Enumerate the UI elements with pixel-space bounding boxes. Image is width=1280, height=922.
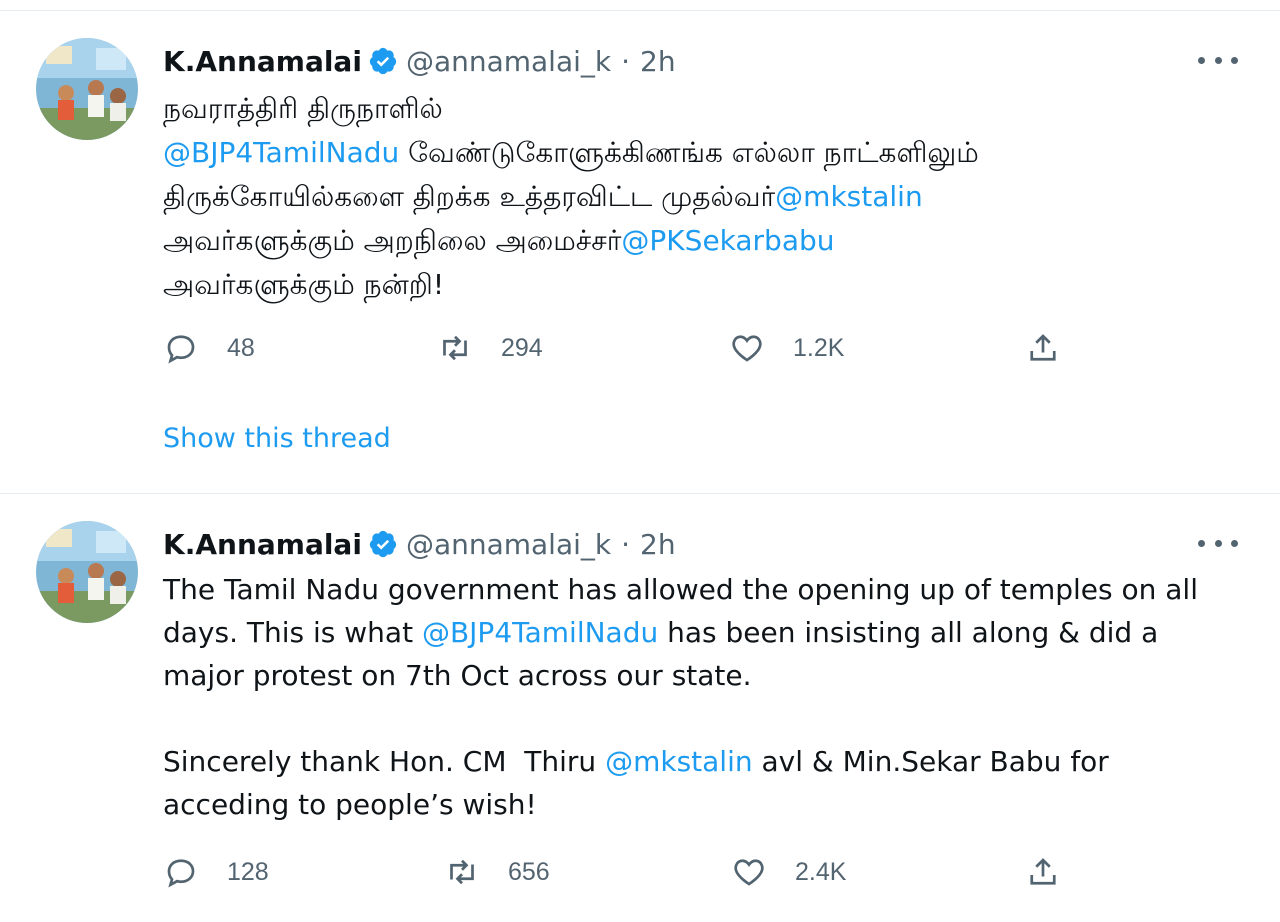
retweet-button[interactable]: 656 xyxy=(444,852,550,892)
separator-dot: · xyxy=(621,527,631,561)
avatar[interactable] xyxy=(36,521,138,623)
mention-link[interactable]: @PKSekarbabu xyxy=(621,224,834,257)
mention-link[interactable]: @mkstalin xyxy=(775,180,923,213)
author-handle[interactable]: @annamalai_k xyxy=(406,528,611,561)
tweet-header: K.Annamalai @annamalai_k · 2h xyxy=(163,41,676,81)
tweet-text: நவராத்திரி திருநாளில் @BJP4TamilNadu வேண்… xyxy=(163,87,1233,307)
tweet-text: The Tamil Nadu government has allowed th… xyxy=(163,568,1233,826)
tweet-text-segment: திருக்கோயில்களை திறக்க உத்தரவிட்ட முதல்வ… xyxy=(163,180,776,213)
like-count: 1.2K xyxy=(793,333,845,362)
reply-icon xyxy=(167,335,195,364)
tweet-text-line: Sincerely thank Hon. CM Thiru @mkstalin … xyxy=(163,740,1233,783)
tweet-text-segment: major protest on 7th Oct across our stat… xyxy=(163,659,752,692)
tweet-text-segment: நவராத்திரி திருநாளில் xyxy=(163,92,443,125)
mention-link[interactable]: @mkstalin xyxy=(605,745,753,778)
timestamp[interactable]: 2h xyxy=(640,528,676,561)
share-button[interactable] xyxy=(1025,328,1061,368)
author-handle[interactable]: @annamalai_k xyxy=(406,45,611,78)
tweet-text-line: days. This is what @BJP4TamilNadu has be… xyxy=(163,611,1233,654)
tweet-text-line: நவராத்திரி திருநாளில் xyxy=(163,87,1233,131)
tweet-text-line: அவர்களுக்கும் நன்றி! xyxy=(163,263,1233,307)
tweet-text-segment: acceding to people’s wish! xyxy=(163,788,537,821)
like-button[interactable]: 1.2K xyxy=(729,328,844,368)
tweet-actions: 128 656 2.4K xyxy=(163,852,1083,892)
reply-count: 48 xyxy=(227,333,255,362)
reply-button[interactable]: 128 xyxy=(163,852,269,892)
share-icon xyxy=(1030,858,1056,885)
mention-link[interactable]: @BJP4TamilNadu xyxy=(422,616,658,649)
tweet-text-segment: has been insisting all along & did a xyxy=(658,616,1159,649)
tweet-actions: 48 294 1.2K xyxy=(163,328,1083,368)
like-button[interactable]: 2.4K xyxy=(731,852,846,892)
like-icon xyxy=(734,859,764,886)
tweet-text-line: major protest on 7th Oct across our stat… xyxy=(163,654,1233,697)
tweet-text-line: acceding to people’s wish! xyxy=(163,783,1233,826)
retweet-icon xyxy=(443,335,467,361)
retweet-icon xyxy=(450,859,474,885)
share-icon xyxy=(1030,334,1056,361)
avatar[interactable] xyxy=(36,38,138,140)
like-icon xyxy=(732,335,762,362)
verified-badge-icon xyxy=(369,530,397,558)
retweet-count: 294 xyxy=(501,333,543,362)
tweet-text-segment: avl & Min.Sekar Babu for xyxy=(752,745,1109,778)
separator-dot: · xyxy=(621,44,631,78)
retweet-button[interactable]: 294 xyxy=(437,328,543,368)
more-options-icon[interactable] xyxy=(1198,48,1238,72)
tweet-text-line: @BJP4TamilNadu வேண்டுகோளுக்கிணங்க எல்லா … xyxy=(163,131,1233,175)
reply-button[interactable]: 48 xyxy=(163,328,255,368)
share-button[interactable] xyxy=(1025,852,1061,892)
tweet-text-line: The Tamil Nadu government has allowed th… xyxy=(163,568,1233,611)
verified-badge-icon xyxy=(369,47,397,75)
tweet-card[interactable]: K.Annamalai @annamalai_k · 2h The Tamil … xyxy=(0,494,1280,922)
tweet-header: K.Annamalai @annamalai_k · 2h xyxy=(163,524,676,564)
more-options-icon[interactable] xyxy=(1198,531,1238,555)
tweet-text-segment: Sincerely thank Hon. CM Thiru xyxy=(163,745,606,778)
like-count: 2.4K xyxy=(795,857,847,886)
show-thread-link[interactable]: Show this thread xyxy=(163,423,391,454)
tweet-text-segment: days. This is what xyxy=(163,616,422,649)
mention-link[interactable]: @BJP4TamilNadu xyxy=(163,136,399,169)
author-name[interactable]: K.Annamalai xyxy=(163,528,362,561)
reply-icon xyxy=(167,859,195,888)
tweet-text-line xyxy=(163,697,1233,740)
author-name[interactable]: K.Annamalai xyxy=(163,45,362,78)
tweet-text-segment: அவர்களுக்கும் அறநிலை அமைச்சர் xyxy=(163,224,622,257)
retweet-count: 656 xyxy=(508,857,550,886)
tweet-text-line: திருக்கோயில்களை திறக்க உத்தரவிட்ட முதல்வ… xyxy=(163,175,1233,219)
tweet-text-segment: The Tamil Nadu government has allowed th… xyxy=(163,573,1198,606)
tweet-text-segment: வேண்டுகோளுக்கிணங்க எல்லா நாட்களிலும் xyxy=(399,136,979,169)
timestamp[interactable]: 2h xyxy=(640,45,676,78)
tweet-text-line: அவர்களுக்கும் அறநிலை அமைச்சர்@PKSekarbab… xyxy=(163,219,1233,263)
tweet-text-segment: அவர்களுக்கும் நன்றி! xyxy=(163,268,445,301)
tweet-card[interactable]: K.Annamalai @annamalai_k · 2h நவராத்திரி… xyxy=(0,11,1280,493)
reply-count: 128 xyxy=(227,857,269,886)
